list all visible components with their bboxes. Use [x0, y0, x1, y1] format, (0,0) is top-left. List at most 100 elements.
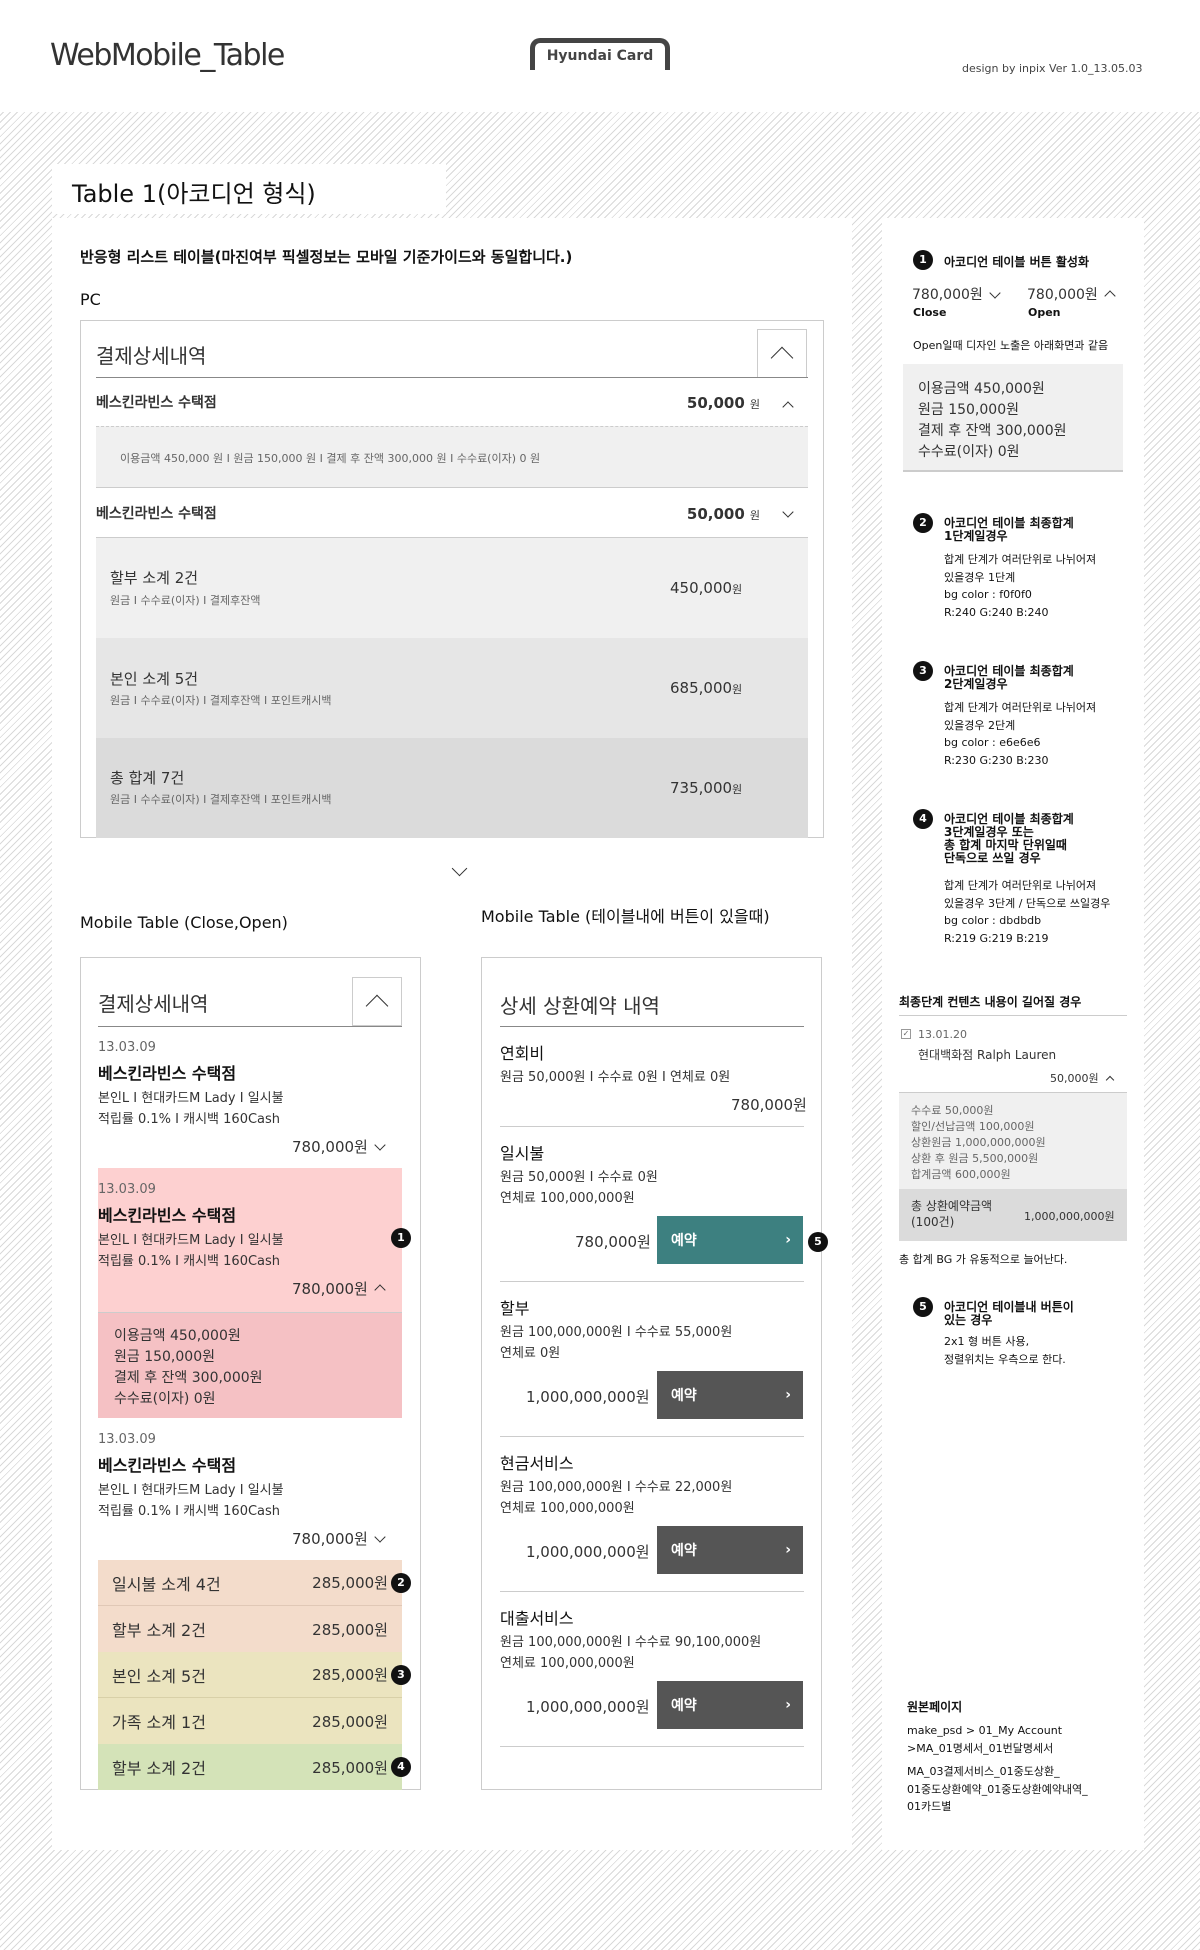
- note-5-title-2: 있는 경우: [944, 1313, 993, 1327]
- open-example[interactable]: 780,000원: [1027, 284, 1118, 304]
- pc-subtotal-3-title: 총 합계 7건: [110, 769, 185, 787]
- unit: 원: [732, 783, 743, 796]
- reserve-button-3[interactable]: 예약 ›: [657, 1526, 803, 1574]
- mobile-left-title: 결제상세내역: [98, 992, 209, 1016]
- long-detail-1: 수수료 50,000원: [911, 1104, 994, 1117]
- chevron-up-icon: [1105, 1075, 1114, 1084]
- note-1-detail-3: 결제 후 잔액 300,000원: [918, 423, 1067, 439]
- long-note: 총 합계 BG 가 유동적으로 늘어난다.: [899, 1253, 1068, 1266]
- mobile-left-label: Mobile Table (Close,Open): [80, 913, 288, 932]
- long-total-label-1: 총 상환예약금액: [911, 1199, 993, 1213]
- long-detail-3: 상환원금 1,000,000,000원: [911, 1136, 1046, 1149]
- r-item4-amount: 1,000,000,000원: [526, 1543, 650, 1561]
- divider: [899, 1015, 1127, 1016]
- m-item1-toggle[interactable]: 780,000원: [292, 1136, 388, 1157]
- m-item3-date: 13.03.09: [98, 1432, 156, 1447]
- badge-1: 1: [391, 1228, 411, 1248]
- reserve-button-label: 예약: [671, 1388, 697, 1404]
- chevron-up-icon: [374, 1284, 386, 1296]
- m-item2-detail-1: 이용금액 450,000원: [114, 1328, 241, 1344]
- chevron-up-icon: [782, 400, 794, 413]
- note-3-title-2: 2단계일경우: [944, 677, 1008, 691]
- note-1-detail-2: 원금 150,000원: [918, 402, 1019, 418]
- note-1-detail-4: 수수료(이자) 0원: [918, 444, 1020, 460]
- pc-collapse-button[interactable]: [757, 329, 807, 378]
- m-item3-name: 베스킨라빈스 수택점: [98, 1456, 237, 1475]
- m-subtotal-3-amount: 285,000원: [312, 1666, 388, 1684]
- m-item3-toggle[interactable]: 780,000원: [292, 1528, 388, 1549]
- r-item5-line1: 원금 100,000,000원 I 수수료 90,100,000원: [500, 1635, 762, 1650]
- note-3-desc-3: bg color : e6e6e6: [944, 736, 1041, 749]
- note-badge-2: 2: [913, 513, 933, 533]
- source-title: 원본페이지: [907, 1700, 963, 1714]
- m-item2-detail-4: 수수료(이자) 0원: [114, 1391, 216, 1407]
- r-item5-amount: 1,000,000,000원: [526, 1698, 650, 1716]
- pc-row-1-amount: 50,000: [686, 393, 745, 412]
- chevron-right-icon: ›: [785, 1542, 791, 1558]
- m-item2-toggle[interactable]: 780,000원: [292, 1278, 388, 1299]
- pc-row-2[interactable]: 베스킨라빈스 수택점 50,000 원: [96, 503, 796, 523]
- note-4-desc-3: bg color : dbdbdb: [944, 914, 1042, 927]
- r-item2-title: 일시불: [500, 1144, 545, 1163]
- m-subtotal-2: 할부 소계 2건 285,000원: [98, 1606, 402, 1652]
- long-content-title: 최종단계 컨텐츠 내용이 길어질 경우: [899, 995, 1082, 1009]
- source-line-4: 01중도상환예약_01중도상환예약내역_: [907, 1782, 1088, 1796]
- reserve-button-4[interactable]: 예약 ›: [657, 1681, 803, 1729]
- m-item3-line1: 본인L I 현대카드M Lady I 일시불: [98, 1483, 284, 1498]
- long-total-amount: 1,000,000,000원: [1024, 1210, 1115, 1223]
- mobile-right-label: Mobile Table (테이블내에 버튼이 있을때): [481, 907, 770, 926]
- chevron-up-icon: [365, 994, 389, 1017]
- scroll-down-icon[interactable]: [446, 860, 469, 881]
- m-subtotal-5-amount: 285,000원: [312, 1758, 388, 1777]
- r-item3-amount: 1,000,000,000원: [526, 1388, 650, 1406]
- divider: [500, 1436, 804, 1437]
- note-4-desc-2: 있을경우 3단계 / 단독으로 쓰일경우: [944, 896, 1111, 910]
- long-store: 현대백화점 Ralph Lauren: [918, 1048, 1057, 1062]
- pc-row-1[interactable]: 베스킨라빈스 수택점 50,000 원: [96, 392, 796, 413]
- m-subtotal-5-label: 할부 소계 2건: [112, 1759, 206, 1778]
- m-item1-line1: 본인L I 현대카드M Lady I 일시불: [98, 1091, 284, 1106]
- divider: [500, 1746, 804, 1747]
- r-item2-amount: 780,000원: [575, 1233, 651, 1251]
- mobile-left-collapse-button[interactable]: [352, 977, 402, 1026]
- m-item3-amount: 780,000원: [292, 1530, 368, 1548]
- version-text: design by inpix Ver 1.0_13.05.03: [962, 62, 1143, 75]
- close-example[interactable]: 780,000원: [912, 284, 1003, 304]
- note-5-desc-1: 2x1 형 버튼 사용,: [944, 1335, 1030, 1348]
- note-3-desc-4: R:230 G:230 B:230: [944, 753, 1049, 767]
- pc-label: PC: [80, 290, 101, 309]
- badge-2: 2: [391, 1573, 411, 1593]
- long-toggle[interactable]: 50,000원: [1050, 1070, 1117, 1086]
- note-badge-3: 3: [913, 661, 933, 681]
- m-item2-detail-3: 결제 후 잔액 300,000원: [114, 1370, 263, 1386]
- pc-subtotal-3-amount: 735,000: [670, 779, 733, 797]
- m-subtotal-2-amount: 285,000원: [312, 1620, 388, 1639]
- m-item2-line1: 본인L I 현대카드M Lady I 일시불: [98, 1233, 284, 1248]
- m-subtotal-5: 할부 소계 2건 285,000원: [98, 1744, 402, 1790]
- reserve-button-2[interactable]: 예약 ›: [657, 1371, 803, 1419]
- r-item1-line1: 원금 50,000원 I 수수료 0원 I 연체료 0원: [500, 1070, 731, 1085]
- r-item3-line2: 연체료 0원: [500, 1346, 561, 1361]
- note-1-detail-1: 이용금액 450,000원: [918, 381, 1045, 397]
- source-line-3: MA_03결제서비스_01중도상환_: [907, 1765, 1060, 1778]
- note-4-title-4: 단독으로 쓰일 경우: [944, 851, 1041, 865]
- unit: 원: [749, 397, 760, 411]
- reserve-button-1[interactable]: 예약 ›: [657, 1216, 803, 1264]
- m-subtotal-1-amount: 285,000원: [312, 1574, 388, 1592]
- m-item3-line2: 적립률 0.1% I 캐시백 160Cash: [98, 1504, 281, 1519]
- source-line-2: >MA_01명세서_01번달명세서: [907, 1741, 1054, 1755]
- r-item5-title: 대출서비스: [500, 1609, 574, 1628]
- note-badge-5: 5: [913, 1297, 933, 1317]
- m-item1-date: 13.03.09: [98, 1040, 156, 1055]
- unit: 원: [749, 508, 760, 522]
- pc-row-1-name: 베스킨라빈스 수택점: [96, 395, 217, 411]
- checkbox[interactable]: ✓: [901, 1029, 911, 1039]
- reserve-button-label: 예약: [671, 1698, 697, 1714]
- note-2-desc-1: 합계 단계가 여러단위로 나뉘어져: [944, 553, 1097, 566]
- long-total-label-2: (100건): [911, 1215, 955, 1229]
- m-item1-name: 베스킨라빈스 수택점: [98, 1064, 237, 1083]
- note-1-title: 아코디언 테이블 버튼 활성화: [944, 255, 1090, 269]
- section-title: Table 1(아코디언 형식): [52, 164, 446, 214]
- note-4-desc-4: R:219 G:219 B:219: [944, 931, 1049, 945]
- long-detail-2: 할인/선납금액 100,000원: [911, 1120, 1035, 1133]
